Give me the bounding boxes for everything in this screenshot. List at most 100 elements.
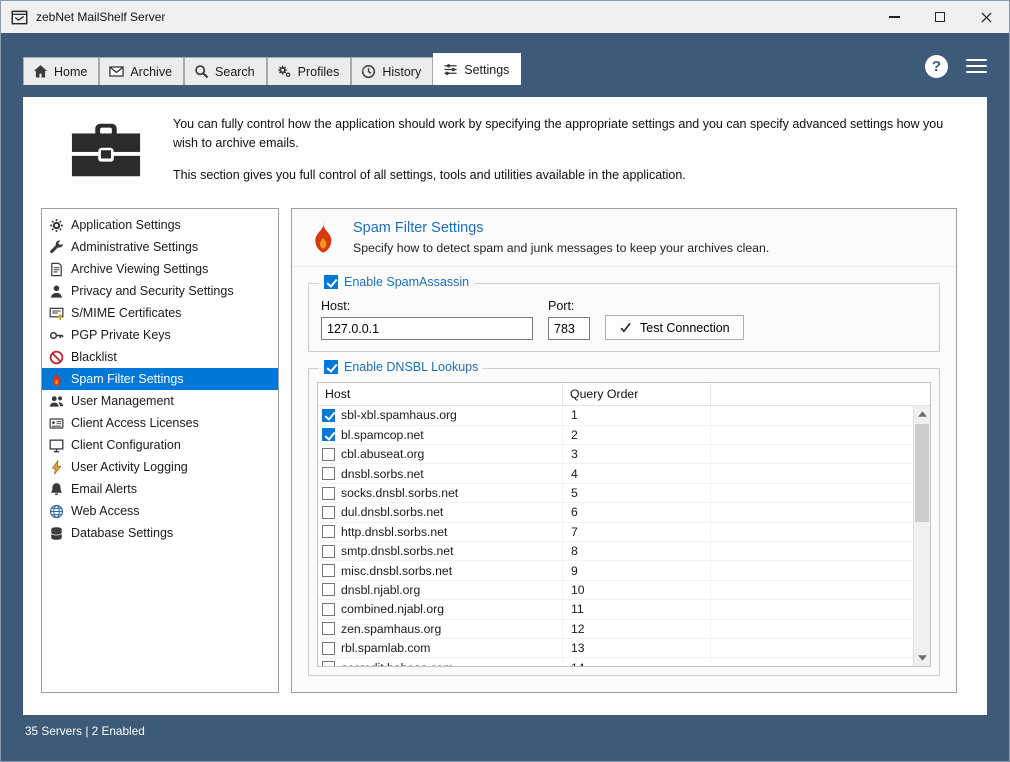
tab-label: History bbox=[382, 64, 422, 79]
sidebar-item-client-access-licenses[interactable]: Client Access Licenses bbox=[42, 412, 278, 434]
row-checkbox[interactable] bbox=[322, 408, 335, 422]
sidebar-item-database-settings[interactable]: Database Settings bbox=[42, 522, 278, 544]
enable-spamassassin-checkbox[interactable] bbox=[324, 275, 338, 290]
panel-header: Spam Filter Settings Specify how to dete… bbox=[292, 209, 956, 268]
row-checkbox[interactable] bbox=[322, 661, 335, 666]
toolbox-icon bbox=[69, 120, 143, 180]
database-icon bbox=[49, 526, 64, 541]
row-host: dnsbl.sorbs.net bbox=[341, 466, 424, 481]
minimize-button[interactable] bbox=[871, 1, 917, 33]
host-input[interactable] bbox=[321, 317, 533, 341]
close-button[interactable] bbox=[963, 1, 1009, 33]
sidebar-item-user-management[interactable]: User Management bbox=[42, 390, 278, 412]
tab-settings[interactable]: Settings bbox=[433, 53, 522, 85]
test-connection-button[interactable]: Test Connection bbox=[605, 315, 744, 341]
sidebar-item-web-access[interactable]: Web Access bbox=[42, 500, 278, 522]
sidebar-item-user-activity-logging[interactable]: User Activity Logging bbox=[42, 456, 278, 478]
tab-archive[interactable]: Archive bbox=[99, 57, 185, 85]
sidebar-item-label: S/MIME Certificates bbox=[71, 306, 182, 321]
document-icon bbox=[49, 262, 64, 277]
table-row[interactable]: http.dnsbl.sorbs.net 7 bbox=[318, 522, 930, 542]
row-checkbox[interactable] bbox=[322, 447, 335, 461]
row-checkbox[interactable] bbox=[322, 544, 335, 558]
app-icon bbox=[11, 9, 28, 26]
row-checkbox[interactable] bbox=[322, 505, 335, 519]
status-text: 35 Servers | 2 Enabled bbox=[25, 724, 145, 738]
dnsbl-listview: Host Query Order sbl-xbl.spamhaus.org 1 … bbox=[317, 382, 931, 667]
sidebar-item-label: User Management bbox=[71, 394, 174, 409]
row-host: socks.dnsbl.sorbs.net bbox=[341, 486, 459, 500]
sidebar-item-s-mime-certificates[interactable]: S/MIME Certificates bbox=[42, 302, 278, 324]
menu-button[interactable] bbox=[966, 57, 987, 76]
row-checkbox[interactable] bbox=[322, 486, 335, 500]
table-row[interactable]: cbl.abuseat.org 3 bbox=[318, 445, 930, 465]
intro-text: You can fully control how the applicatio… bbox=[173, 115, 947, 184]
sidebar-item-label: Blacklist bbox=[71, 350, 117, 365]
port-input[interactable] bbox=[548, 317, 590, 341]
listview-header: Host Query Order bbox=[318, 383, 930, 407]
tab-strip: Home Archive Search Profiles History Set… bbox=[23, 53, 987, 85]
row-checkbox[interactable] bbox=[322, 525, 335, 539]
sidebar-item-email-alerts[interactable]: Email Alerts bbox=[42, 478, 278, 500]
row-query-order: 12 bbox=[563, 619, 711, 638]
scrollbar-thumb[interactable] bbox=[915, 424, 929, 523]
sidebar-item-administrative-settings[interactable]: Administrative Settings bbox=[42, 236, 278, 258]
table-row[interactable]: smtp.dnsbl.sorbs.net 8 bbox=[318, 541, 930, 562]
sidebar-item-pgp-private-keys[interactable]: PGP Private Keys bbox=[42, 324, 278, 346]
scroll-up-icon bbox=[917, 411, 927, 417]
column-header-host[interactable]: Host bbox=[318, 383, 563, 406]
settings-main: Application Settings Administrative Sett… bbox=[23, 198, 987, 715]
monitor-icon bbox=[49, 438, 64, 453]
row-host: bl.spamcop.net bbox=[341, 427, 424, 442]
row-checkbox[interactable] bbox=[322, 564, 335, 578]
port-label: Port: bbox=[548, 299, 575, 314]
row-checkbox[interactable] bbox=[322, 622, 335, 636]
flame-icon bbox=[310, 222, 336, 254]
settings-sidebar: Application Settings Administrative Sett… bbox=[41, 208, 279, 693]
tab-search[interactable]: Search bbox=[184, 57, 267, 85]
dnsbl-group: Enable DNSBL Lookups Host Query Order sb… bbox=[308, 360, 940, 676]
sidebar-item-client-configuration[interactable]: Client Configuration bbox=[42, 434, 278, 456]
maximize-button[interactable] bbox=[917, 1, 963, 33]
table-row[interactable]: bl.spamcop.net 2 bbox=[318, 425, 930, 446]
spamassassin-group: Enable SpamAssassin Host: Port: bbox=[308, 275, 940, 353]
table-row[interactable]: accredit.habeas.com 14 bbox=[318, 658, 930, 666]
tab-profiles[interactable]: Profiles bbox=[266, 57, 352, 85]
row-query-order: 6 bbox=[563, 503, 711, 522]
table-row[interactable]: dul.dnsbl.sorbs.net 6 bbox=[318, 503, 930, 523]
table-row[interactable]: misc.dnsbl.sorbs.net 9 bbox=[318, 561, 930, 581]
row-checkbox[interactable] bbox=[322, 467, 335, 481]
help-button[interactable]: ? bbox=[925, 54, 948, 78]
row-checkbox[interactable] bbox=[322, 583, 335, 597]
history-icon bbox=[361, 64, 376, 79]
sidebar-item-archive-viewing-settings[interactable]: Archive Viewing Settings bbox=[42, 258, 278, 280]
enable-dnsbl-checkbox[interactable] bbox=[324, 360, 338, 375]
sidebar-item-spam-filter-settings[interactable]: Spam Filter Settings bbox=[42, 368, 278, 391]
table-row[interactable]: dnsbl.sorbs.net 4 bbox=[318, 464, 930, 484]
scroll-down-icon bbox=[917, 655, 927, 661]
table-row[interactable]: rbl.spamlab.com 13 bbox=[318, 638, 930, 659]
table-row[interactable]: socks.dnsbl.sorbs.net 5 bbox=[318, 483, 930, 504]
sidebar-item-privacy-and-security-settings[interactable]: Privacy and Security Settings bbox=[42, 280, 278, 302]
table-row[interactable]: combined.njabl.org 11 bbox=[318, 600, 930, 620]
table-row[interactable]: sbl-xbl.spamhaus.org 1 bbox=[318, 406, 930, 426]
tab-history[interactable]: History bbox=[351, 57, 434, 85]
column-header-query-order[interactable]: Query Order bbox=[563, 383, 711, 406]
table-row[interactable]: zen.spamhaus.org 12 bbox=[318, 619, 930, 639]
row-query-order: 2 bbox=[563, 425, 711, 445]
row-checkbox[interactable] bbox=[322, 428, 335, 442]
sidebar-item-application-settings[interactable]: Application Settings bbox=[42, 214, 278, 236]
row-host: rbl.spamlab.com bbox=[341, 641, 431, 656]
sidebar-item-label: PGP Private Keys bbox=[71, 328, 171, 343]
tab-label: Home bbox=[54, 64, 88, 79]
sidebar-item-blacklist[interactable]: Blacklist bbox=[42, 346, 278, 368]
row-checkbox[interactable] bbox=[322, 641, 335, 655]
row-checkbox[interactable] bbox=[322, 602, 335, 616]
home-icon bbox=[33, 64, 48, 79]
dnsbl-rows: sbl-xbl.spamhaus.org 1 bl.spamcop.net 2 … bbox=[318, 406, 930, 666]
tab-home[interactable]: Home bbox=[23, 57, 100, 85]
person-icon bbox=[49, 284, 64, 299]
status-bar: 35 Servers | 2 Enabled bbox=[23, 715, 987, 761]
table-row[interactable]: dnsbl.njabl.org 10 bbox=[318, 580, 930, 601]
vertical-scrollbar[interactable] bbox=[913, 406, 930, 666]
